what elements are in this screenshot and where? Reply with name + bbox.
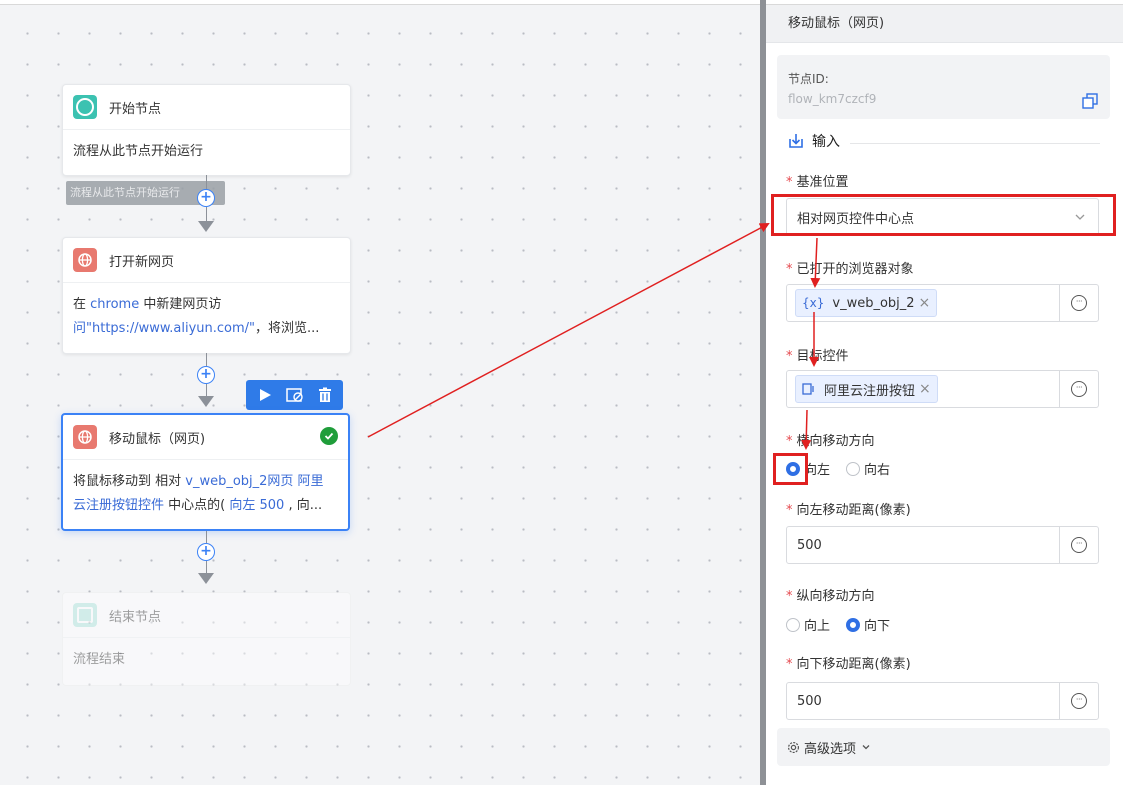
section-input-label: 输入: [812, 134, 840, 150]
connector-1: +: [197, 175, 215, 232]
h-direction-label: * 横向移动方向: [786, 434, 875, 449]
disable-icon[interactable]: [285, 387, 304, 403]
node-toolbar: [246, 380, 343, 410]
success-check-icon: [320, 427, 338, 445]
browser-obj-more-button[interactable]: ···: [1059, 285, 1098, 321]
more-icon: ···: [1071, 381, 1087, 397]
browser-obj-tag[interactable]: {x} v_web_obj_2 ×: [795, 289, 938, 317]
globe-icon: [73, 425, 97, 449]
remove-tag-icon[interactable]: ×: [919, 381, 931, 397]
target-ctrl-tag[interactable]: 阿里云注册按钮 ×: [795, 375, 938, 403]
annotation-box-radio-left: [773, 453, 808, 485]
add-node-plus-icon[interactable]: +: [197, 366, 215, 384]
advanced-options-toggle[interactable]: 高级选项: [777, 728, 1110, 766]
panel-title: 移动鼠标（网页): [766, 5, 1123, 43]
open-webpage-title: 打开新网页: [109, 254, 175, 270]
end-node-icon: [73, 603, 97, 627]
move-mouse-node[interactable]: 移动鼠标（网页) 将鼠标移动到 相对 v_web_obj_2网页 阿里 云注册按…: [61, 413, 350, 531]
run-icon[interactable]: [257, 387, 273, 403]
connector-2: +: [197, 353, 215, 407]
browser-obj-field[interactable]: {x} v_web_obj_2 × ···: [786, 284, 1099, 322]
end-node-desc: 流程结束: [73, 652, 126, 667]
add-node-plus-icon[interactable]: +: [197, 189, 215, 207]
connector-3: +: [197, 531, 215, 584]
more-icon: ···: [1071, 295, 1087, 311]
radio-right[interactable]: 向右: [846, 459, 890, 478]
variable-icon: {x}: [802, 296, 825, 310]
annotation-box-base-position: [771, 194, 1116, 236]
radio-down[interactable]: 向下: [846, 615, 890, 634]
radio-up[interactable]: 向上: [786, 615, 830, 634]
end-node-title: 结束节点: [109, 609, 162, 625]
add-node-plus-icon[interactable]: +: [197, 543, 215, 561]
gear-icon: [787, 741, 800, 753]
properties-panel: 移动鼠标（网页) 节点ID: flow_km7czcf9 输入 * 基准位置 相对…: [766, 5, 1123, 785]
globe-icon: [73, 248, 97, 272]
copy-icon[interactable]: [1082, 93, 1098, 109]
left-distance-more-button[interactable]: ···: [1059, 527, 1098, 563]
remove-tag-icon[interactable]: ×: [919, 295, 931, 311]
start-node[interactable]: 开始节点 流程从此节点开始运行: [62, 84, 351, 176]
input-icon: [789, 134, 803, 148]
chevron-down-icon: [862, 745, 870, 750]
target-ctrl-field[interactable]: 阿里云注册按钮 × ···: [786, 370, 1099, 408]
open-webpage-desc: 在 chrome 中新建网页访 问"https://www.aliyun.com…: [73, 297, 320, 336]
target-ctrl-more-button[interactable]: ···: [1059, 371, 1098, 407]
start-node-desc: 流程从此节点开始运行: [73, 144, 204, 159]
start-node-title: 开始节点: [109, 101, 162, 117]
down-distance-more-button[interactable]: ···: [1059, 683, 1098, 719]
base-position-label: * 基准位置: [786, 175, 849, 190]
move-mouse-title: 移动鼠标（网页): [109, 431, 206, 447]
delete-icon[interactable]: [317, 387, 333, 403]
start-node-icon: [73, 95, 97, 119]
section-divider: [850, 143, 1100, 144]
section-input: 输入: [788, 131, 840, 151]
left-distance-label: * 向左移动距离(像素): [786, 503, 911, 518]
target-ctrl-label: * 目标控件: [786, 349, 849, 364]
node-id-label: 节点ID:: [788, 72, 829, 86]
node-id-value: flow_km7czcf9: [788, 92, 877, 106]
down-distance-field[interactable]: 500 ···: [786, 682, 1099, 720]
down-distance-label: * 向下移动距离(像素): [786, 657, 911, 672]
end-node[interactable]: 结束节点 流程结束: [62, 592, 351, 686]
more-icon: ···: [1071, 693, 1087, 709]
v-direction-radio-group: 向上 向下: [786, 615, 906, 634]
node-id-box: 节点ID: flow_km7czcf9: [777, 55, 1110, 119]
left-distance-field[interactable]: 500 ···: [786, 526, 1099, 564]
move-mouse-desc: 将鼠标移动到 相对 v_web_obj_2网页 阿里 云注册按钮控件 中心点的(…: [73, 474, 324, 513]
browser-obj-label: * 已打开的浏览器对象: [786, 262, 914, 277]
v-direction-label: * 纵向移动方向: [786, 589, 875, 604]
open-webpage-node[interactable]: 打开新网页 在 chrome 中新建网页访 问"https://www.aliy…: [62, 237, 351, 354]
more-icon: ···: [1071, 537, 1087, 553]
element-icon: [802, 383, 814, 395]
